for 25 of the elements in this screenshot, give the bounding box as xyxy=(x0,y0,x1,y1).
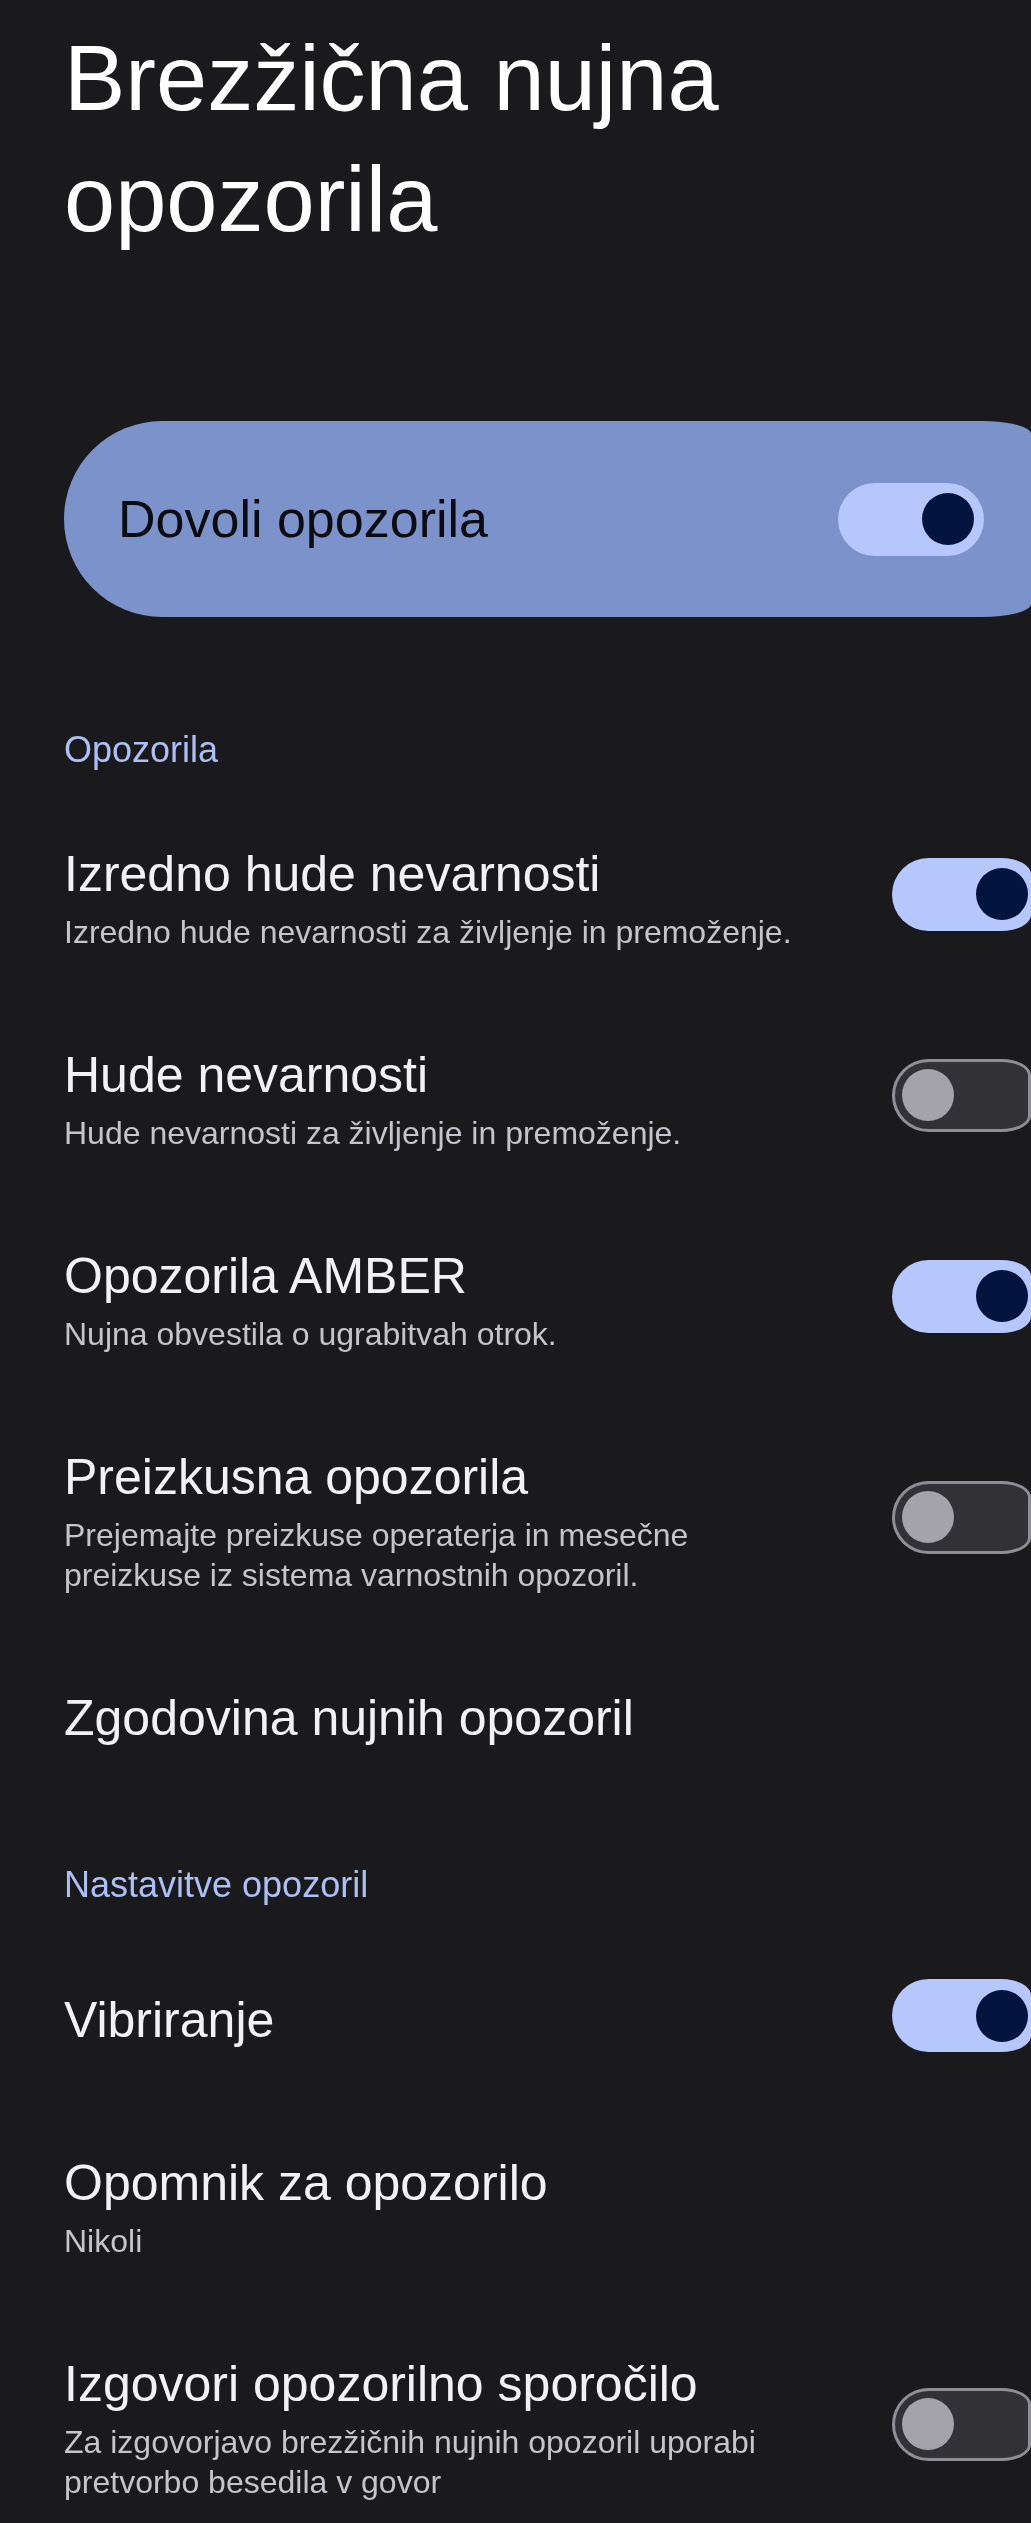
section-header: Nastavitve opozoril xyxy=(64,1863,369,1907)
toggle-switch[interactable] xyxy=(892,857,1031,931)
setting-title[interactable]: Zgodovina nujnih opozoril xyxy=(64,1688,634,1748)
setting-summary: Hude nevarnosti za življenje in premoženje. xyxy=(64,1114,682,1153)
setting-title: Opozorila AMBER xyxy=(64,1247,467,1306)
setting-title: Izredno hude nevarnosti xyxy=(64,845,601,904)
setting-summary: Izredno hude nevarnosti za življenje in premoženje. xyxy=(64,913,792,952)
setting-summary: Prejemajte preizkuse operaterja in mesečne preizkuse iz sistema varnostnih opozoril. xyxy=(64,1516,690,1595)
setting-title: Vibriranje xyxy=(64,1990,275,2050)
toggle-switch[interactable] xyxy=(892,2387,1031,2461)
toggle-switch[interactable] xyxy=(892,1058,1031,1132)
setting-title[interactable]: Opomnik za opozorilo xyxy=(64,2153,548,2213)
toggle-switch[interactable] xyxy=(892,1480,1031,1554)
setting-summary: Za izgovorjavo brezžičnih nujnih opozoril uporabi pretvorbo besedila v govor xyxy=(64,2423,757,2502)
main-switch-label: Dovoli opozorila xyxy=(118,489,488,550)
page-title: Brezžična nujna opozorila xyxy=(64,26,720,252)
setting-title: Hude nevarnosti xyxy=(64,1046,429,1105)
setting-title: Izgovori opozorilno sporočilo xyxy=(64,2355,698,2414)
setting-title: Preizkusna opozorila xyxy=(64,1448,529,1507)
main-switch-bar[interactable]: Dovoli opozorila xyxy=(64,421,1031,617)
setting-summary: Nujna obvestila o ugrabitvah otrok. xyxy=(64,1315,557,1354)
setting-summary: Nikoli xyxy=(64,2222,143,2261)
toggle-switch[interactable] xyxy=(892,1979,1031,2052)
toggle-switch[interactable] xyxy=(892,1259,1031,1333)
section-header: Opozorila xyxy=(64,728,219,772)
